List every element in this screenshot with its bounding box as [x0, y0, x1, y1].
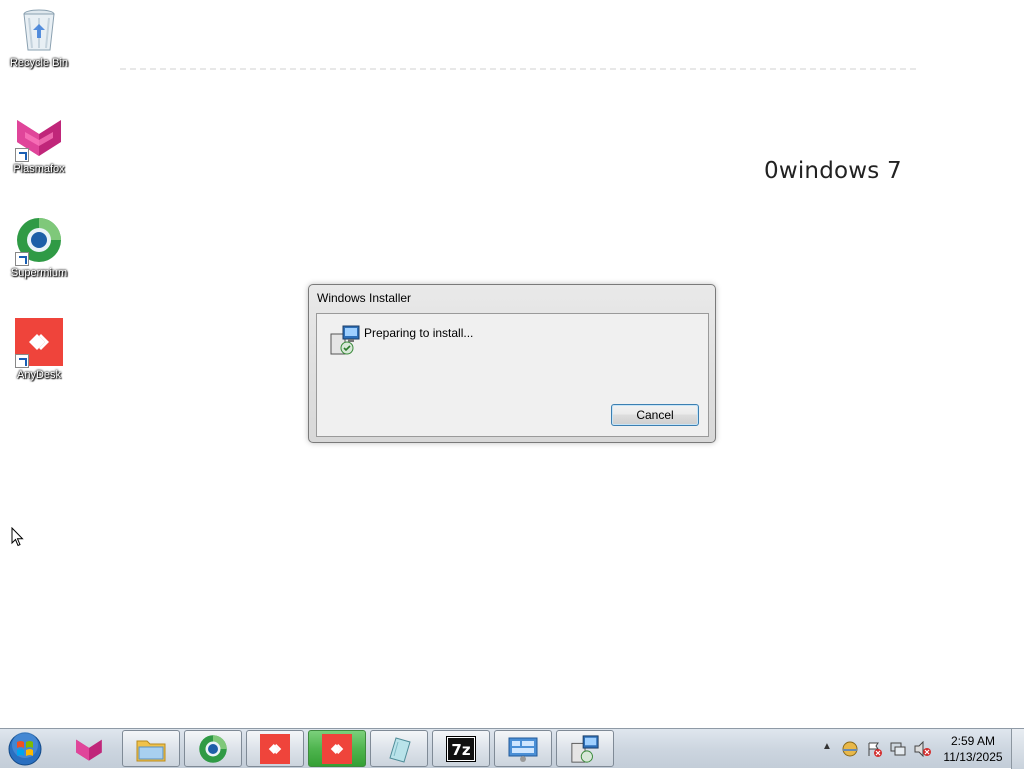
shortcut-arrow-icon [15, 354, 29, 368]
clock-time: 2:59 AM [950, 734, 996, 748]
desktop-icon-supermium[interactable]: Supermium [1, 216, 77, 279]
file-explorer-icon [136, 740, 166, 761]
installer-icon [329, 324, 361, 356]
desktop-icon-label: Recycle Bin [9, 57, 69, 69]
volume-muted-icon[interactable] [914, 741, 932, 757]
shortcut-arrow-icon [15, 148, 29, 162]
network-icon[interactable] [842, 741, 858, 757]
desktop-icon-anydesk[interactable]: AnyDesk [1, 318, 77, 381]
plasmafox-icon [76, 739, 102, 761]
notepad-icon [389, 736, 411, 763]
installer-icon [571, 734, 599, 763]
action-center-icon[interactable] [866, 741, 882, 757]
svg-text:7z: 7z [451, 741, 470, 759]
control-panel-icon [508, 737, 538, 762]
anydesk-icon [260, 733, 290, 764]
show-desktop-button[interactable] [1011, 729, 1024, 769]
taskbar-button-installer[interactable] [556, 730, 614, 767]
taskbar-button-anydesk-active[interactable] [308, 730, 366, 767]
mouse-cursor-icon [11, 526, 25, 547]
desktop-icon-label: Supermium [10, 267, 68, 279]
desktop-icon-label: Plasmafox [13, 163, 65, 175]
dialog-title: Windows Installer [317, 291, 412, 305]
7zip-icon: 7z [446, 735, 476, 762]
supermium-icon [199, 734, 227, 763]
taskbar-button-anydesk[interactable] [246, 730, 304, 767]
taskbar-button-7zip[interactable]: 7z [432, 730, 490, 767]
anydesk-icon [322, 733, 352, 764]
windows-start-orb-icon [8, 732, 42, 766]
watermark-line [120, 68, 920, 70]
taskbar-button-file-explorer[interactable] [122, 730, 180, 767]
plasmafox-icon [15, 112, 63, 162]
show-hidden-icons-chevron-icon[interactable]: ▲ [822, 741, 832, 752]
system-clock[interactable]: 2:59 AM 11/13/2025 [938, 733, 1008, 765]
taskbar: 7z ▲ 2:59 AM 11/13/2025 [0, 728, 1024, 769]
taskbar-button-supermium[interactable] [184, 730, 242, 767]
dialog-message: Preparing to install... [364, 326, 474, 340]
desktop-icon-plasmafox[interactable]: Plasmafox [1, 112, 77, 175]
dialog-content: Preparing to install... Cancel [316, 313, 709, 437]
shortcut-arrow-icon [15, 252, 29, 266]
network-disconnected-icon[interactable] [890, 741, 906, 757]
taskbar-button-control-panel[interactable] [494, 730, 552, 767]
desktop-icon-recycle-bin[interactable]: Recycle Bin [1, 6, 77, 69]
taskbar-button-notepad[interactable] [370, 730, 428, 767]
clock-date: 11/13/2025 [943, 750, 1003, 764]
start-button[interactable] [6, 731, 44, 767]
recycle-bin-icon [15, 6, 63, 54]
anydesk-icon [15, 318, 63, 368]
supermium-icon [15, 216, 63, 266]
taskbar-button-plasmafox[interactable] [60, 730, 118, 767]
desktop-icon-label: AnyDesk [16, 369, 62, 381]
cancel-button[interactable]: Cancel [611, 404, 699, 426]
windows-installer-dialog: Windows Installer Preparing to install..… [308, 284, 716, 443]
desktop-watermark: 0windows 7 [764, 158, 902, 184]
